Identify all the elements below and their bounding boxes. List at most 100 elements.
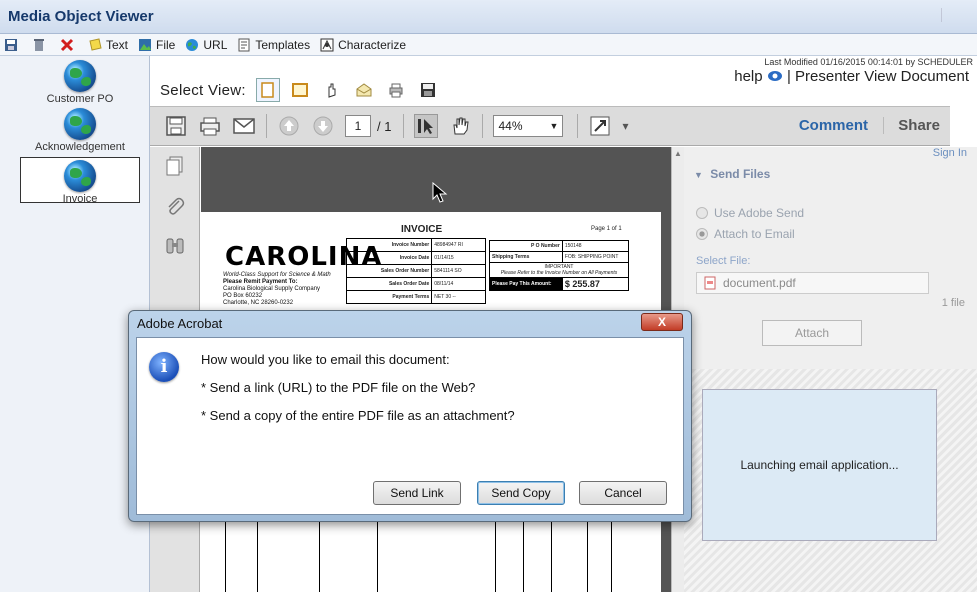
hand-icon <box>453 117 470 135</box>
menu-templates[interactable]: Templates <box>237 38 310 52</box>
zoom-select[interactable]: 44% ▼ <box>493 115 564 137</box>
arrow-down-circle-icon <box>313 116 333 136</box>
view-hand-button[interactable] <box>320 78 344 102</box>
object-acknowledgement[interactable]: Acknowledgement <box>20 108 140 153</box>
page-total: / 1 <box>377 118 392 134</box>
selected-file[interactable]: document.pdf <box>696 272 929 294</box>
menu-url[interactable]: URL <box>185 38 227 52</box>
view-save-button[interactable] <box>416 78 440 102</box>
option-adobe-send[interactable]: Use Adobe Send <box>696 206 804 220</box>
floppy-icon <box>166 116 186 136</box>
line-item-grid <box>201 512 661 592</box>
hand-icon <box>328 83 336 98</box>
view-document-button[interactable] <box>255 78 280 102</box>
invoice-page-number: Page 1 of 1 <box>591 226 622 232</box>
menu-characterize[interactable]: Characterize <box>320 38 406 52</box>
help-link[interactable]: help <box>734 68 762 85</box>
globe-icon <box>64 160 96 192</box>
prev-page-button[interactable] <box>277 114 301 138</box>
floppy-icon <box>420 83 435 97</box>
frame-icon <box>291 83 308 97</box>
select-tool-button[interactable] <box>414 114 439 138</box>
window-controls[interactable] <box>941 8 965 22</box>
zoom-value: 44% <box>498 119 523 133</box>
menu-file[interactable]: File <box>138 38 175 52</box>
save-tool[interactable] <box>4 38 22 52</box>
envelope-icon <box>233 118 255 134</box>
view-print-button[interactable] <box>384 78 408 102</box>
mouse-cursor-icon <box>432 182 448 203</box>
dialog-close-button[interactable]: X <box>641 313 683 331</box>
send-files-header[interactable]: ▼ Send Files <box>694 167 964 181</box>
sign-in-link[interactable]: Sign In <box>933 147 967 159</box>
trash-tool[interactable] <box>32 38 50 52</box>
pdf-file-icon <box>704 276 716 290</box>
send-files-panel: Sign In ▼ Send Files Use Adobe Send Atta… <box>684 147 977 592</box>
next-page-button[interactable] <box>311 114 335 138</box>
object-invoice[interactable]: Invoice <box>20 157 140 205</box>
dialog-option-copy: * Send a copy of the entire PDF file as … <box>201 408 515 423</box>
toolbar-separator <box>482 114 484 138</box>
select-view-label: Select View: <box>160 81 246 99</box>
file-image-icon <box>139 38 152 51</box>
triangle-down-icon: ▼ <box>694 170 703 180</box>
acrobat-toolbar: 1 / 1 44% ▼ ▾ Comment Share <box>150 106 950 146</box>
chevron-down-icon: ▼ <box>549 121 559 131</box>
scroll-up-icon[interactable]: ▲ <box>674 149 682 158</box>
app-title: Media Object Viewer <box>8 8 154 25</box>
option-attach-email[interactable]: Attach to Email <box>696 227 795 241</box>
send-copy-button[interactable]: Send Copy <box>477 481 565 505</box>
acro-print-button[interactable] <box>198 114 222 138</box>
select-file-label: Select File: <box>696 255 751 267</box>
toolbar-separator <box>577 114 579 138</box>
cancel-button[interactable]: Cancel <box>579 481 667 505</box>
pages-icon[interactable] <box>164 155 186 177</box>
printer-icon <box>200 117 220 136</box>
table-row: P O Number 150148 <box>489 240 630 252</box>
app-title-bar: Media Object Viewer <box>0 0 977 34</box>
dialog-body: i How would you like to email this docum… <box>136 337 684 515</box>
send-link-button[interactable]: Send Link <box>373 481 461 505</box>
file-count: 1 file <box>941 297 965 309</box>
view-frame-button[interactable] <box>288 78 312 102</box>
radio-button[interactable] <box>696 207 708 219</box>
email-dialog: Adobe Acrobat X i How would you like to … <box>128 310 692 522</box>
globe-icon <box>64 60 96 92</box>
share-tab[interactable]: Share <box>883 117 940 134</box>
toolbar-menu-icon[interactable]: ▾ <box>622 119 628 133</box>
table-row: Invoice Number 48984947 RI <box>345 238 486 252</box>
info-icon: i <box>149 352 179 382</box>
last-modified: Last Modified 01/16/2015 00:14:01 by SCH… <box>764 57 973 67</box>
table-row: Invoice Date 01/14/15 <box>345 251 486 265</box>
view-envelope-button[interactable] <box>352 78 376 102</box>
link-separator: | <box>786 68 791 85</box>
page-number-input[interactable]: 1 <box>345 115 371 137</box>
paperclip-icon[interactable] <box>164 195 186 217</box>
invoice-amount: $ 255.87 <box>561 277 630 291</box>
invoice-shipping-table: P O Number 150148 Shipping Terms FOB: SHIP… <box>489 240 630 291</box>
attach-button[interactable]: Attach <box>762 320 862 346</box>
characterize-icon <box>320 38 334 51</box>
viewer-links: help | Presenter View Document <box>734 68 969 85</box>
fullscreen-button[interactable] <box>588 114 612 138</box>
object-customer-po[interactable]: Customer PO <box>20 60 140 105</box>
arrow-up-circle-icon <box>279 116 299 136</box>
hand-tool-button[interactable] <box>448 114 472 138</box>
expand-icon <box>590 116 610 136</box>
acro-save-button[interactable] <box>164 114 188 138</box>
comment-tab[interactable]: Comment <box>799 117 868 134</box>
document-icon <box>261 82 274 98</box>
acro-email-button[interactable] <box>232 114 256 138</box>
remit-address: World-Class Support for Science & Math P… <box>223 272 331 306</box>
menu-toolbar: Text File URL Templates Characterize <box>0 34 977 56</box>
toolbar-separator <box>266 114 267 138</box>
menu-text[interactable]: Text <box>88 38 128 52</box>
delete-tool[interactable] <box>60 38 78 52</box>
binoculars-icon[interactable] <box>164 235 186 257</box>
dialog-question: How would you like to email this documen… <box>201 352 450 367</box>
help-eye-icon[interactable] <box>767 68 783 82</box>
presenter-view-link[interactable]: Presenter View Document <box>795 68 969 85</box>
radio-button-selected[interactable] <box>696 228 708 240</box>
printer-icon <box>389 83 403 98</box>
invoice-details-table: Invoice Number 48984947 RI Invoice Date 01… <box>345 238 486 304</box>
